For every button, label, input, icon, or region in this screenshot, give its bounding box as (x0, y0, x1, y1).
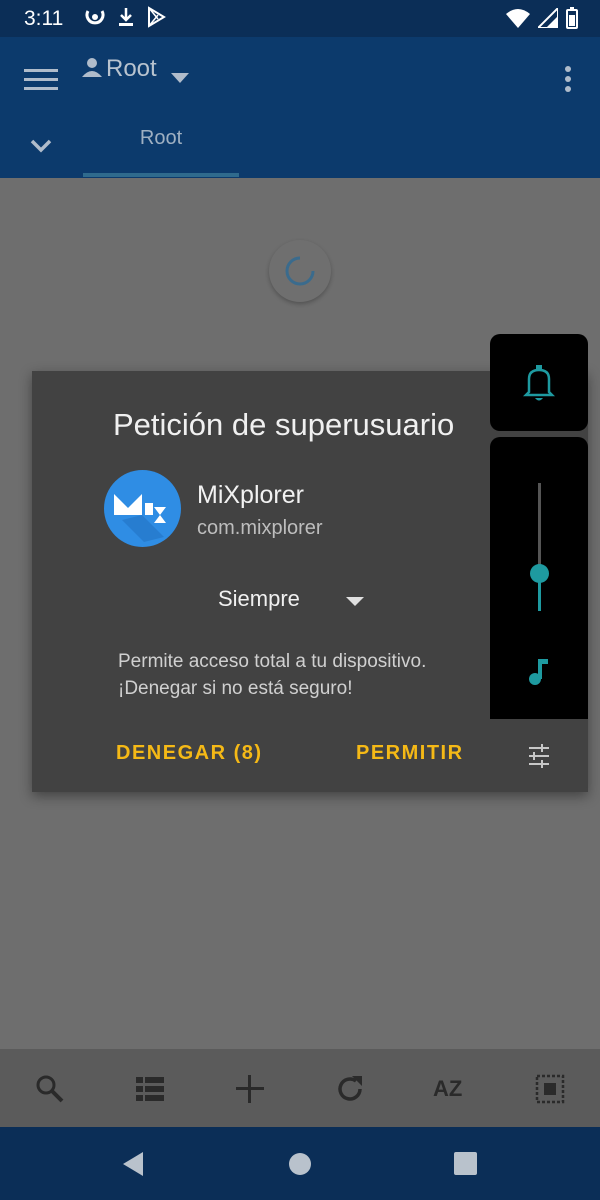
sync-icon (85, 10, 105, 25)
music-note-icon (529, 659, 548, 685)
volume-settings-button[interactable] (490, 719, 588, 792)
spinner-icon (285, 256, 315, 286)
add-icon[interactable] (234, 1073, 266, 1105)
recents-icon[interactable] (454, 1152, 477, 1175)
chevron-down-icon[interactable] (171, 73, 189, 83)
select-all-icon[interactable] (534, 1073, 566, 1105)
path-title[interactable]: Root (106, 55, 157, 83)
list-view-icon[interactable] (134, 1073, 166, 1105)
tab-indicator (83, 173, 239, 177)
user-icon (82, 58, 102, 77)
ringer-mode-button[interactable] (490, 334, 588, 431)
play-store-icon (148, 6, 166, 28)
warning-line-1: Permite acceso total a tu dispositivo. (118, 651, 427, 672)
dialog-title: Petición de superusuario (113, 407, 455, 442)
home-icon[interactable] (288, 1152, 312, 1176)
loading-spinner (269, 240, 331, 302)
app-name: MiXplorer (197, 481, 304, 509)
signal-icon (538, 8, 558, 28)
expand-icon[interactable] (30, 139, 52, 153)
bottom-toolbar: AZ (0, 1049, 600, 1127)
mixplorer-app-icon (104, 470, 181, 547)
deny-button[interactable]: DENEGAR (8) (116, 742, 263, 765)
back-icon[interactable] (121, 1151, 145, 1177)
battery-icon (566, 7, 578, 29)
status-bar: 3:11 (0, 0, 600, 37)
download-icon (119, 8, 133, 26)
volume-slider-panel (490, 437, 588, 727)
menu-icon[interactable] (24, 67, 58, 93)
refresh-icon[interactable] (334, 1073, 366, 1105)
wifi-icon (506, 9, 530, 28)
volume-thumb[interactable] (530, 563, 549, 583)
warning-line-2: ¡Denegar si no está seguro! (118, 678, 353, 699)
tab-root-label: Root (139, 127, 183, 149)
chevron-down-icon (346, 597, 364, 606)
allow-button[interactable]: PERMITIR (356, 742, 464, 765)
notification-icons (84, 6, 166, 28)
status-time: 3:11 (24, 7, 64, 30)
system-icons (506, 7, 578, 29)
navigation-bar (0, 1127, 600, 1200)
tune-icon (529, 744, 549, 768)
duration-value: Siempre (218, 586, 300, 611)
duration-dropdown[interactable]: Siempre (218, 586, 364, 618)
search-icon[interactable] (34, 1073, 66, 1105)
bell-icon (522, 365, 556, 401)
sort-button[interactable]: AZ (433, 1076, 462, 1102)
more-vert-icon[interactable] (564, 65, 572, 93)
warning-text: Permite acceso total a tu dispositivo. ¡… (118, 648, 518, 702)
app-package: com.mixplorer (197, 517, 323, 539)
app-bar: Root Root (0, 37, 600, 178)
tab-root[interactable]: Root (83, 127, 239, 175)
